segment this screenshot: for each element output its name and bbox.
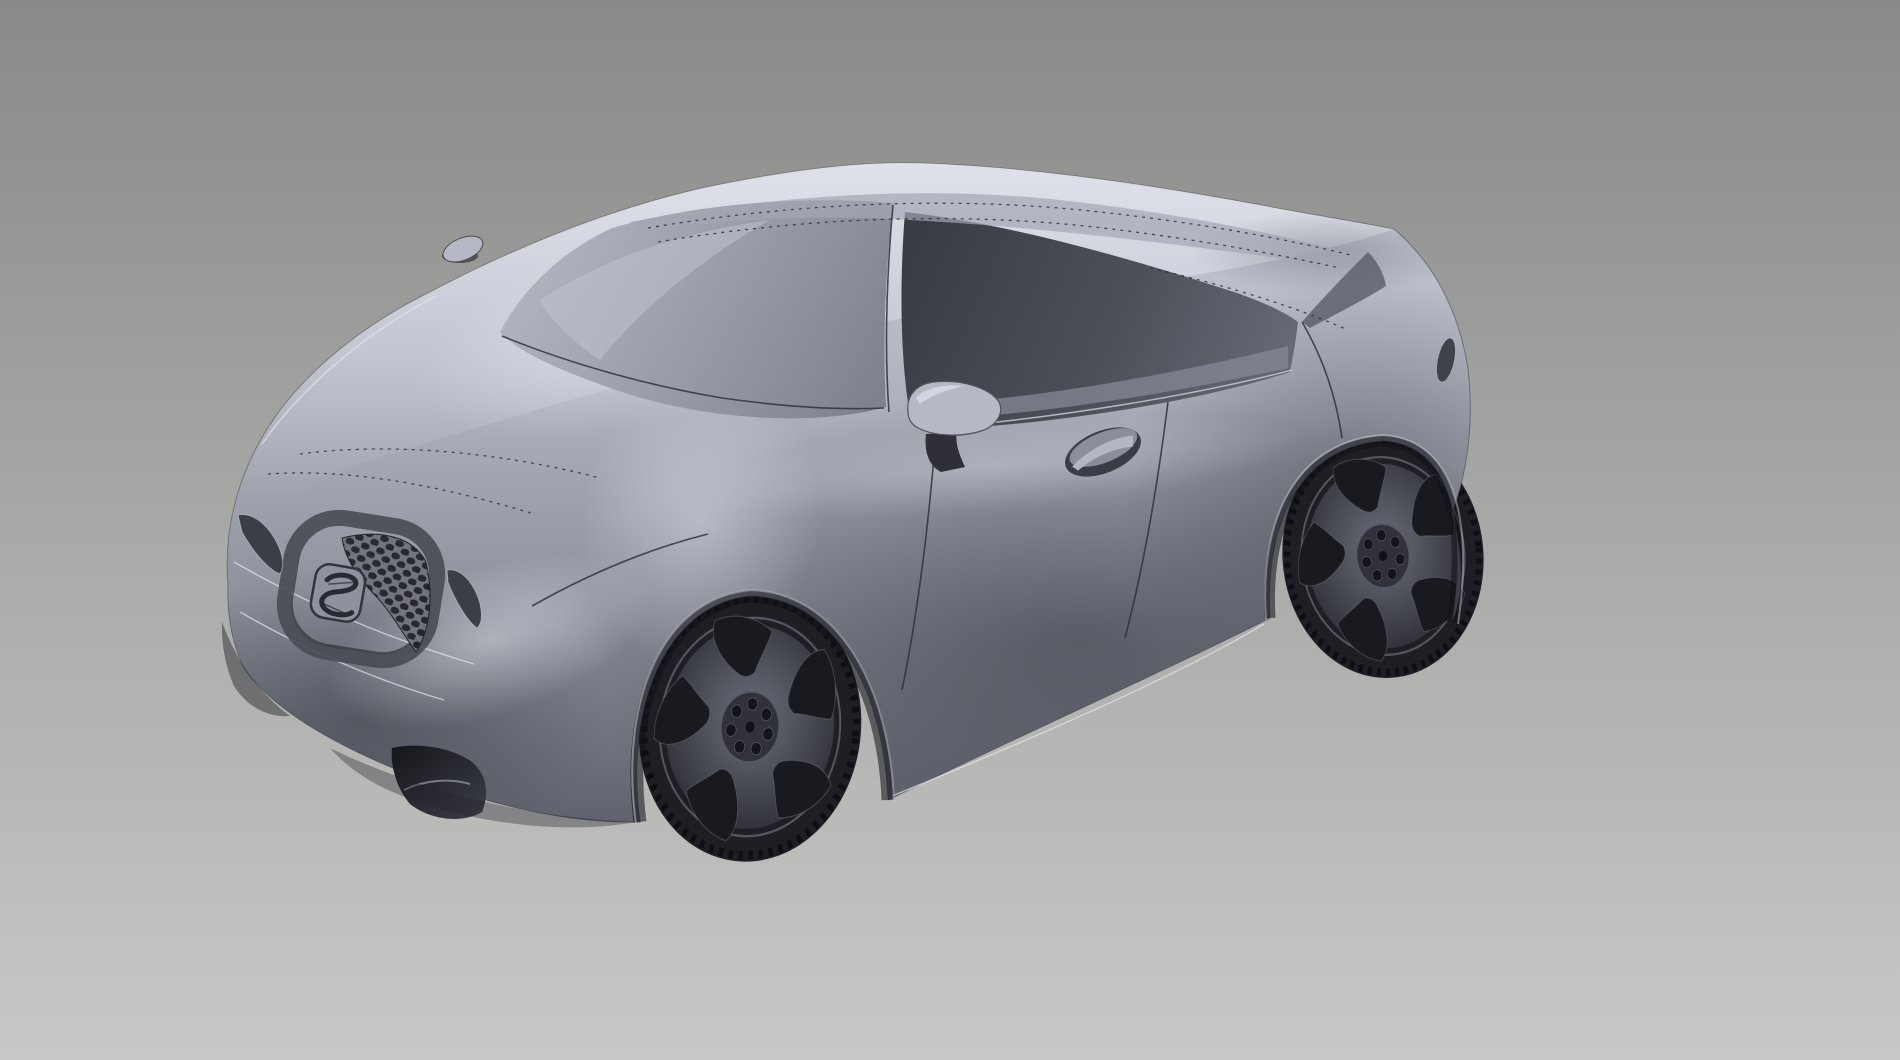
seat-badge	[309, 562, 368, 624]
viewport-background	[0, 0, 1900, 1060]
3d-viewport[interactable]	[0, 0, 1900, 1060]
